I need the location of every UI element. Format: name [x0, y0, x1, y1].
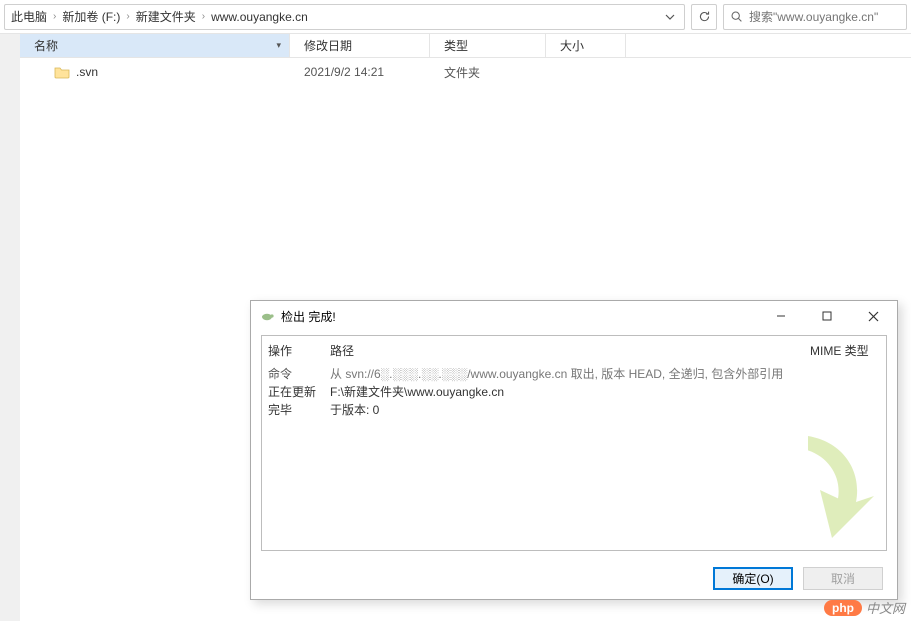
column-size[interactable]: 大小	[546, 34, 626, 57]
watermark: php 中文网	[824, 598, 905, 617]
cancel-button: 取消	[803, 567, 883, 590]
column-date[interactable]: 修改日期	[290, 34, 430, 57]
file-row[interactable]: .svn 2021/9/2 14:21 文件夹	[20, 58, 911, 80]
dialog-body: 操作 路径 MIME 类型 命令 从 svn://6░.░░░.░░.░░░/w…	[261, 335, 887, 551]
maximize-button[interactable]	[807, 302, 847, 330]
breadcrumb[interactable]: 新建文件夹	[136, 8, 196, 25]
header-path: 路径	[330, 342, 810, 359]
ok-button[interactable]: 确定(O)	[713, 567, 793, 590]
dialog-title: 检出 完成!	[281, 308, 336, 325]
log-row: 完毕 于版本: 0	[268, 401, 880, 419]
breadcrumb[interactable]: www.ouyangke.cn	[211, 10, 308, 24]
column-label: 修改日期	[304, 37, 352, 54]
column-headers: 名称 ▾ 修改日期 类型 大小	[20, 34, 911, 58]
arrow-down-icon	[760, 424, 880, 544]
search-icon	[730, 10, 743, 23]
folder-icon	[54, 65, 70, 79]
dialog-titlebar[interactable]: 检出 完成!	[251, 301, 897, 331]
header-operation: 操作	[268, 342, 330, 359]
column-type[interactable]: 类型	[430, 34, 546, 57]
address-bar[interactable]: 此电脑 › 新加卷 (F:) › 新建文件夹 › www.ouyangke.cn	[4, 4, 685, 30]
file-type: 文件夹	[430, 64, 546, 81]
minimize-button[interactable]	[761, 302, 801, 330]
log-path: 从 svn://6░.░░░.░░.░░░/www.ouyangke.cn 取出…	[330, 365, 880, 383]
checkout-dialog: 检出 完成! 操作 路径 MIME 类型 命令 从 svn://6░.░░░.░…	[250, 300, 898, 600]
dialog-list-header: 操作 路径 MIME 类型	[268, 340, 880, 365]
close-button[interactable]	[853, 302, 893, 330]
file-name: .svn	[76, 65, 98, 79]
column-label: 类型	[444, 37, 468, 54]
refresh-button[interactable]	[691, 4, 717, 30]
watermark-text: 中文网	[866, 598, 905, 617]
chevron-right-icon[interactable]: ›	[200, 11, 207, 22]
history-dropdown-icon[interactable]	[662, 9, 678, 25]
file-date: 2021/9/2 14:21	[290, 65, 430, 79]
log-op: 完毕	[268, 401, 330, 419]
header-mime: MIME 类型	[810, 342, 880, 359]
column-label: 大小	[560, 37, 584, 54]
tortoise-icon	[259, 308, 275, 324]
column-name[interactable]: 名称 ▾	[20, 34, 290, 57]
chevron-right-icon[interactable]: ›	[124, 11, 131, 22]
breadcrumb[interactable]: 新加卷 (F:)	[62, 8, 120, 25]
sort-caret-icon: ▾	[276, 40, 281, 51]
chevron-right-icon[interactable]: ›	[51, 11, 58, 22]
log-path: F:\新建文件夹\www.ouyangke.cn	[330, 383, 880, 401]
log-path: 于版本: 0	[330, 401, 880, 419]
log-op: 命令	[268, 365, 330, 383]
column-label: 名称	[34, 37, 58, 54]
log-op: 正在更新	[268, 383, 330, 401]
dialog-footer: 确定(O) 取消	[251, 557, 897, 599]
address-toolbar: 此电脑 › 新加卷 (F:) › 新建文件夹 › www.ouyangke.cn	[0, 0, 911, 34]
left-gutter	[0, 34, 20, 621]
log-row: 正在更新 F:\新建文件夹\www.ouyangke.cn	[268, 383, 880, 401]
breadcrumb[interactable]: 此电脑	[11, 8, 47, 25]
search-box[interactable]	[723, 4, 907, 30]
watermark-badge: php	[824, 600, 862, 616]
search-input[interactable]	[749, 10, 904, 24]
log-row: 命令 从 svn://6░.░░░.░░.░░░/www.ouyangke.cn…	[268, 365, 880, 383]
